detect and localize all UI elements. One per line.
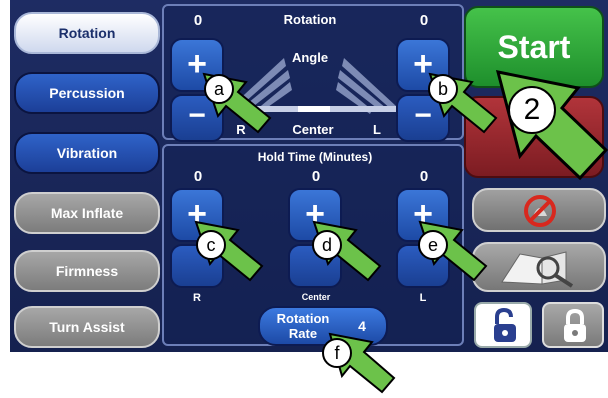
callout-label-f: f <box>322 338 352 368</box>
callout-label-a: a <box>204 74 234 104</box>
callout-label-d: d <box>312 230 342 260</box>
callout-arrows-layer <box>194 70 608 394</box>
callout-label-c: c <box>196 230 226 260</box>
callout-label-2: 2 <box>508 86 556 134</box>
callout-label-e: e <box>418 230 448 260</box>
callout-label-b: b <box>428 74 458 104</box>
